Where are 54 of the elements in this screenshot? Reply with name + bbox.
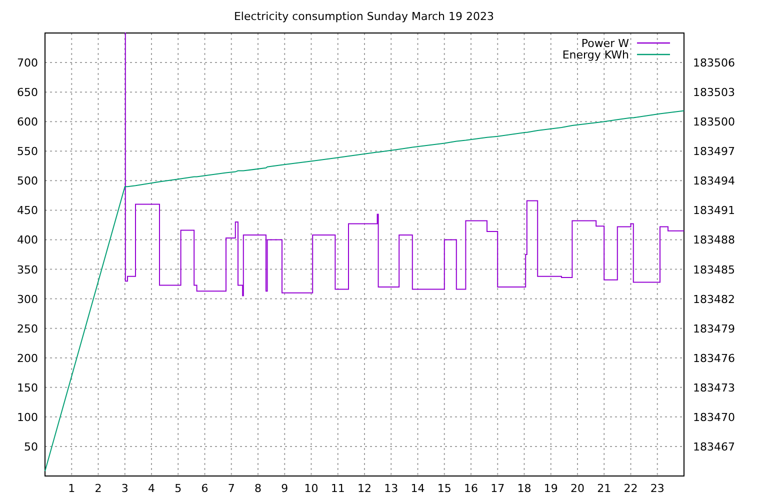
axis-tick-label: 183500 bbox=[693, 116, 735, 129]
axis-tick-label: 300 bbox=[17, 292, 38, 306]
axis-tick-label: 500 bbox=[17, 174, 38, 188]
axis-tick-label: 250 bbox=[17, 322, 38, 336]
axis-tick-label: 23 bbox=[650, 482, 664, 495]
axis-tick-label: 600 bbox=[17, 116, 38, 129]
axis-tick-label: 183479 bbox=[693, 322, 735, 336]
axis-tick-label: 20 bbox=[570, 482, 584, 495]
chart-title: Electricity consumption Sunday March 19 2023 bbox=[234, 10, 494, 23]
axis-tick-label: 183467 bbox=[693, 440, 735, 454]
legend-label: Power W bbox=[581, 37, 629, 50]
axis-tick-label: 400 bbox=[17, 234, 38, 247]
axis-tick-label: 550 bbox=[17, 145, 38, 158]
axis-tick-label: 650 bbox=[17, 86, 38, 100]
axis-tick-label: 183497 bbox=[693, 145, 735, 158]
axis-tick-label: 7 bbox=[228, 482, 235, 495]
axis-tick-label: 183470 bbox=[693, 410, 735, 424]
axis-tick-label: 18 bbox=[517, 482, 532, 495]
axis-tick-label: 100 bbox=[17, 410, 38, 424]
axis-tick-label: 8 bbox=[254, 482, 262, 495]
axis-tick-label: 17 bbox=[490, 482, 505, 495]
axis-tick-label: 1 bbox=[68, 482, 76, 495]
axis-tick-label: 150 bbox=[17, 381, 38, 394]
axis-tick-label: 183476 bbox=[693, 352, 735, 365]
axis-tick-label: 6 bbox=[201, 482, 208, 495]
axis-tick-label: 450 bbox=[17, 204, 38, 218]
axis-tick-label: 13 bbox=[384, 482, 398, 495]
axis-tick-label: 5 bbox=[174, 482, 182, 495]
axis-tick-label: 183491 bbox=[693, 204, 735, 218]
axis-tick-label: 14 bbox=[410, 482, 425, 495]
axis-tick-label: 700 bbox=[17, 56, 38, 70]
axis-tick-label: 183488 bbox=[693, 234, 735, 247]
axis-tick-label: 16 bbox=[464, 482, 478, 495]
axis-tick-label: 10 bbox=[304, 482, 318, 495]
axis-tick-label: 19 bbox=[544, 482, 558, 495]
axis-tick-label: 183506 bbox=[693, 56, 735, 70]
axis-tick-label: 350 bbox=[17, 263, 38, 276]
axis-tick-label: 21 bbox=[597, 482, 612, 495]
axis-tick-label: 11 bbox=[330, 482, 345, 495]
axis-tick-label: 50 bbox=[24, 440, 38, 454]
axis-tick-label: 9 bbox=[281, 482, 288, 495]
axis-tick-label: 12 bbox=[358, 482, 372, 495]
axis-tick-label: 4 bbox=[148, 482, 155, 495]
axis-tick-label: 183485 bbox=[693, 263, 735, 276]
axis-tick-label: 183473 bbox=[693, 381, 735, 394]
axis-tick-label: 2 bbox=[94, 482, 102, 495]
axis-tick-label: 15 bbox=[437, 482, 452, 495]
axis-tick-label: 22 bbox=[624, 482, 638, 495]
axis-tick-label: 183494 bbox=[693, 174, 735, 188]
legend-label: Energy KWh bbox=[562, 48, 629, 62]
axis-tick-label: 3 bbox=[121, 482, 128, 495]
axis-tick-label: 183482 bbox=[693, 292, 735, 306]
axis-tick-label: 183503 bbox=[693, 86, 735, 100]
axis-tick-label: 200 bbox=[17, 352, 38, 365]
